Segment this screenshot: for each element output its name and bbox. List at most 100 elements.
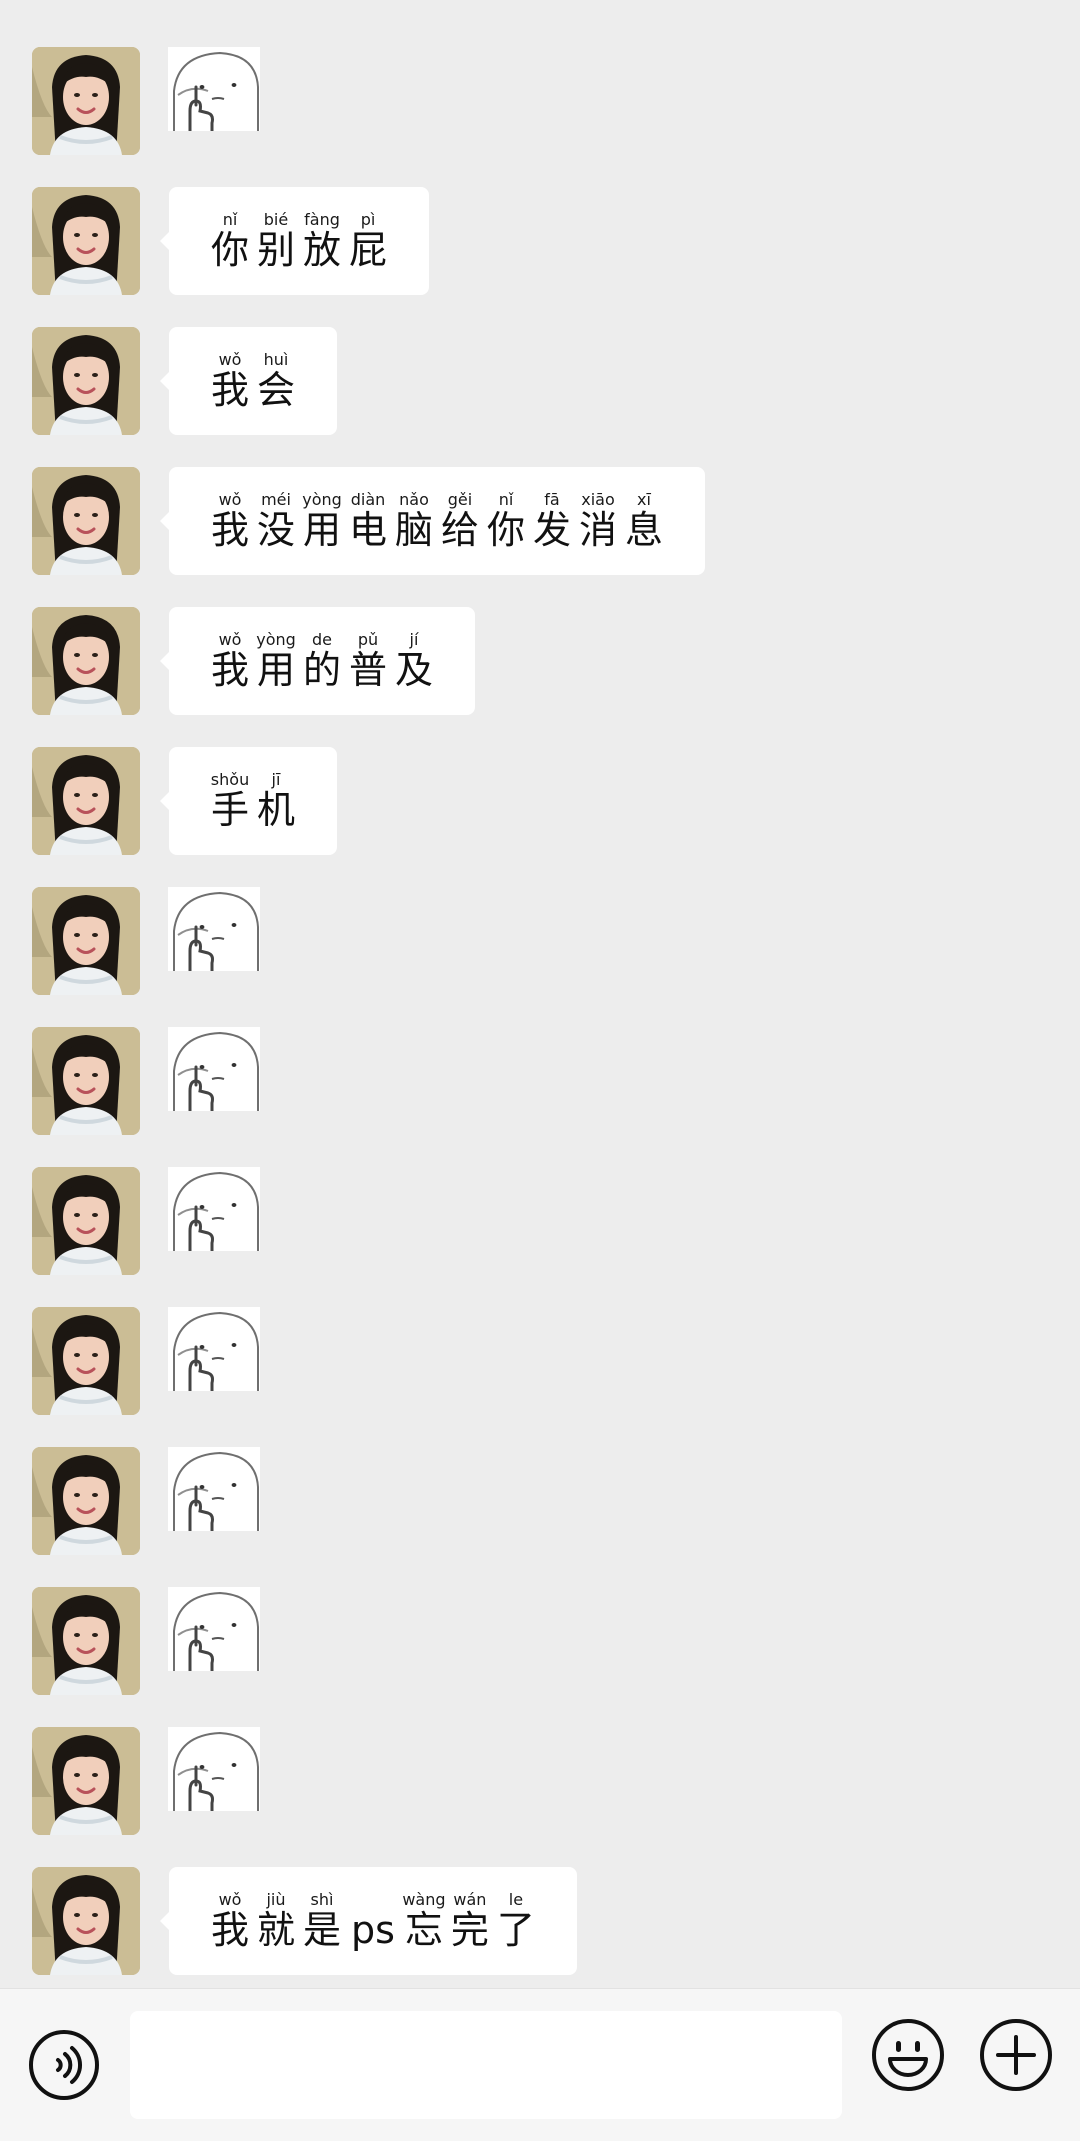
avatar[interactable] <box>32 1867 140 1975</box>
message-char: shǒu 手 <box>207 771 253 832</box>
message-bubble[interactable]: wǒ 我 jiù 就 shì 是 ps wàng 忘 wán 完 le 了 <box>160 1867 577 1975</box>
pinyin-annotation: de <box>312 630 332 649</box>
sticker-image[interactable] <box>168 1167 260 1251</box>
avatar[interactable] <box>32 327 140 435</box>
message-text-char: 脑 <box>394 508 433 552</box>
pinyin-annotation: gěi <box>447 490 473 509</box>
message-text-char: 你 <box>210 228 249 272</box>
message-char: pì 屁 <box>345 211 391 272</box>
pinyin-annotation: shì <box>310 1890 334 1909</box>
message-char: wán 完 <box>447 1890 493 1952</box>
message-bubble[interactable]: wǒ 我 méi 没 yòng 用 diàn 电 nǎo 脑 gěi 给 nǐ 你 fā 发 xiāo 消 xī 息 <box>160 467 705 575</box>
chat-message-row: wǒ 我 yòng 用 de 的 pǔ 普 jí 及 <box>32 607 1032 717</box>
avatar[interactable] <box>32 1027 140 1135</box>
message-char: wǒ 我 <box>207 1890 253 1952</box>
message-bubble[interactable]: nǐ 你 bié 别 fàng 放 pì 屁 <box>160 187 429 295</box>
pinyin-annotation: pǔ <box>357 630 379 649</box>
sticker-image[interactable] <box>168 1307 260 1391</box>
chat-message-row <box>32 1447 1032 1557</box>
message-char: fàng 放 <box>299 211 345 272</box>
avatar[interactable] <box>32 467 140 575</box>
message-char: wǒ 我 <box>207 351 253 412</box>
message-text-char: 完 <box>450 1908 489 1952</box>
message-char: jí 及 <box>391 630 437 692</box>
message-text-char: 的 <box>302 648 341 692</box>
pinyin-annotation: jí <box>409 630 419 649</box>
message-text-char: 是 <box>302 1908 341 1952</box>
chat-message-list[interactable]: nǐ 你 bié 别 fàng 放 pì 屁 wǒ 我 huì 会 wǒ 我 méi 没 yòng 用 diàn 电 n… <box>0 0 1080 1988</box>
message-text-char: 给 <box>440 508 479 552</box>
message-char: yòng 用 <box>299 491 345 552</box>
message-char: nǐ 你 <box>207 210 253 272</box>
chat-message-row <box>32 47 1032 157</box>
voice-icon[interactable] <box>28 2029 100 2101</box>
sticker-image[interactable] <box>168 887 260 971</box>
message-text-char: 发 <box>532 508 571 552</box>
message-text-char: 用 <box>256 648 295 692</box>
message-text-char: 我 <box>210 1908 249 1952</box>
chat-message-row: wǒ 我 méi 没 yòng 用 diàn 电 nǎo 脑 gěi 给 nǐ 你 fā 发 xiāo 消 xī 息 <box>32 467 1032 577</box>
avatar[interactable] <box>32 747 140 855</box>
pinyin-annotation: wǒ <box>218 1890 242 1909</box>
avatar[interactable] <box>32 47 140 155</box>
message-text-char: 手 <box>210 788 249 832</box>
message-text-char: 息 <box>624 508 663 552</box>
plus-icon[interactable] <box>978 2017 1054 2093</box>
message-char: wǒ 我 <box>207 491 253 552</box>
avatar[interactable] <box>32 1167 140 1275</box>
sticker-image[interactable] <box>168 1727 260 1811</box>
avatar[interactable] <box>32 187 140 295</box>
message-text-char: 会 <box>256 368 295 412</box>
sticker-image[interactable] <box>168 1587 260 1671</box>
avatar[interactable] <box>32 887 140 995</box>
message-text-char: 及 <box>394 648 433 692</box>
message-text-char: 别 <box>256 228 295 272</box>
message-char: yòng 用 <box>253 630 299 692</box>
chat-message-row: shǒu 手 jī 机 <box>32 747 1032 857</box>
chat-input-bar <box>0 1988 1080 2141</box>
message-text-char: 你 <box>486 508 525 552</box>
pinyin-annotation: yòng <box>256 630 296 649</box>
avatar[interactable] <box>32 1587 140 1695</box>
message-text-char: 用 <box>302 508 341 552</box>
chat-message-row: wǒ 我 jiù 就 shì 是 ps wàng 忘 wán 完 le 了 <box>32 1867 1032 1977</box>
pinyin-annotation: nǐ <box>222 210 238 229</box>
emoji-icon[interactable] <box>870 2017 946 2093</box>
pinyin-annotation: nǐ <box>498 490 514 509</box>
message-text-char: 了 <box>496 1908 535 1952</box>
pinyin-annotation: wán <box>453 1890 487 1909</box>
message-char: pǔ 普 <box>345 630 391 692</box>
message-text-char: 放 <box>302 228 341 272</box>
pinyin-annotation: xī <box>637 490 651 509</box>
message-text-char: 我 <box>210 648 249 692</box>
message-input[interactable] <box>130 2011 842 2119</box>
message-text-char: 我 <box>210 508 249 552</box>
pinyin-annotation: diàn <box>350 490 386 509</box>
message-text-char: 屁 <box>348 228 387 272</box>
avatar[interactable] <box>32 1727 140 1835</box>
message-char: nǎo 脑 <box>391 491 437 552</box>
message-char: wǒ 我 <box>207 630 253 692</box>
message-bubble[interactable]: wǒ 我 huì 会 <box>160 327 337 435</box>
sticker-image[interactable] <box>168 1027 260 1111</box>
message-bubble[interactable]: shǒu 手 jī 机 <box>160 747 337 855</box>
message-char: nǐ 你 <box>483 490 529 552</box>
message-bubble[interactable]: wǒ 我 yòng 用 de 的 pǔ 普 jí 及 <box>160 607 475 715</box>
pinyin-annotation: le <box>508 1890 524 1909</box>
sticker-image[interactable] <box>168 1447 260 1531</box>
pinyin-annotation: wǒ <box>218 630 242 649</box>
message-char: de 的 <box>299 630 345 692</box>
avatar[interactable] <box>32 607 140 715</box>
message-char: méi 没 <box>253 491 299 552</box>
message-text-char: 没 <box>256 508 295 552</box>
avatar[interactable] <box>32 1307 140 1415</box>
message-char: jiù 就 <box>253 1891 299 1952</box>
sticker-image[interactable] <box>168 47 260 131</box>
message-text-char: 普 <box>348 648 387 692</box>
chat-message-row <box>32 887 1032 997</box>
message-char: xī 息 <box>621 490 667 552</box>
message-char: ps <box>345 1891 401 1951</box>
pinyin-annotation: fā <box>544 490 560 509</box>
avatar[interactable] <box>32 1447 140 1555</box>
message-text-char: 我 <box>210 368 249 412</box>
